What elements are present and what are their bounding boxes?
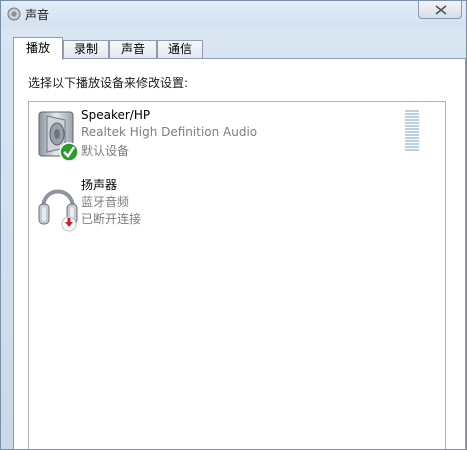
title-bar: 声音 [1,1,466,27]
sound-app-icon [7,7,21,21]
close-button[interactable] [418,1,462,19]
window-title: 声音 [25,8,50,22]
tab-communications[interactable]: 通信 [157,40,203,58]
disconnected-arrow-icon [61,216,77,232]
playback-panel: 选择以下播放设备来修改设置: Speaker/HP Realtek High D… [13,58,466,449]
tab-sounds[interactable]: 声音 [109,40,157,58]
device-item-bluetooth-speaker[interactable]: 扬声器 蓝牙音频 已断开连接 [29,170,445,238]
device-item-speaker-hp[interactable]: Speaker/HP Realtek High Definition Audio… [29,102,445,170]
device-status: 默认设备 [81,144,130,158]
device-driver: 蓝牙音频 [81,195,130,209]
default-check-icon [59,142,79,162]
speaker-icon [38,111,79,162]
device-list[interactable]: Speaker/HP Realtek High Definition Audio… [28,101,446,449]
instruction-text: 选择以下播放设备来修改设置: [28,76,189,90]
close-icon [435,5,447,15]
device-name: Speaker/HP [81,108,151,122]
device-driver: Realtek High Definition Audio [81,125,258,139]
volume-level-meter [405,110,419,152]
device-status: 已断开连接 [81,212,142,226]
sound-dialog: 声音 播放 录制 声音 通信 选择以下播放设备来修改设置: Speaker/HP… [0,0,467,450]
headphones-icon [38,189,78,232]
tab-playback[interactable]: 播放 [13,37,63,60]
tab-recording[interactable]: 录制 [63,40,109,58]
device-name: 扬声器 [81,178,118,192]
